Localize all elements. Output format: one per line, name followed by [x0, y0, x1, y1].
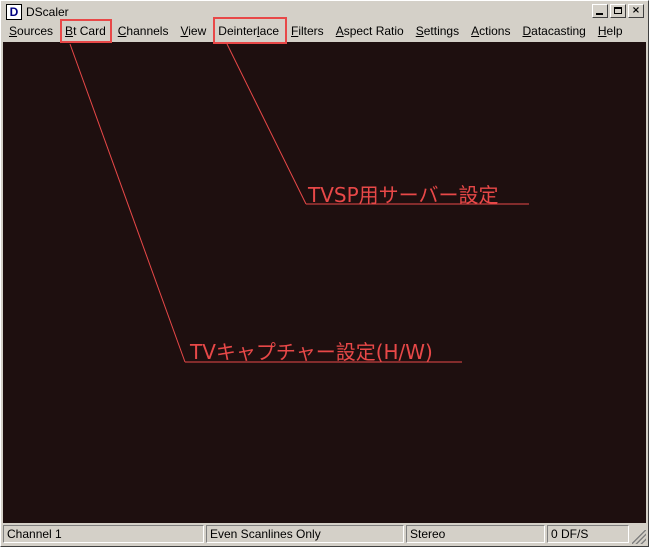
close-button[interactable]: × — [628, 4, 644, 18]
menu-filters[interactable]: Filters — [285, 22, 330, 41]
menu-view[interactable]: View — [174, 22, 212, 41]
status-bar: Channel 1 Even Scanlines Only Stereo 0 D… — [3, 525, 646, 544]
dscaler-app-icon[interactable]: D — [6, 4, 22, 20]
dscaler-window: D DScaler × Sources Bt Card Channels Vie… — [0, 0, 649, 547]
minimize-icon — [596, 13, 603, 15]
minimize-button[interactable] — [592, 4, 608, 18]
menu-sources[interactable]: Sources — [3, 22, 59, 41]
menu-channels[interactable]: Channels — [112, 22, 175, 41]
menu-settings[interactable]: Settings — [410, 22, 465, 41]
resize-grip-icon[interactable] — [632, 530, 646, 544]
title-bar[interactable]: D DScaler × — [3, 3, 646, 21]
maximize-icon — [614, 7, 622, 14]
menu-deinterlace[interactable]: Deinterlace — [212, 22, 285, 41]
video-display[interactable] — [3, 42, 646, 523]
menu-help[interactable]: Help — [592, 22, 629, 41]
menu-bt-card[interactable]: Bt Card — [59, 22, 112, 41]
menu-aspect-ratio[interactable]: Aspect Ratio — [330, 22, 410, 41]
annotation-server-setting: TVSP用サーバー設定 — [308, 183, 499, 207]
maximize-button[interactable] — [610, 4, 626, 18]
menu-bar: Sources Bt Card Channels View Deinterlac… — [3, 22, 646, 41]
annotation-capture-setting: TVキャプチャー設定(H/W) — [190, 340, 433, 364]
menu-datacasting[interactable]: Datacasting — [516, 22, 591, 41]
menu-actions[interactable]: Actions — [465, 22, 516, 41]
close-icon: × — [631, 5, 641, 16]
window-controls: × — [590, 4, 644, 18]
status-audio: Stereo — [406, 525, 545, 543]
status-dropped-frames: 0 DF/S — [547, 525, 629, 543]
status-channel: Channel 1 — [3, 525, 204, 543]
status-deinterlace-mode: Even Scanlines Only — [206, 525, 404, 543]
window-title: DScaler — [26, 5, 69, 19]
